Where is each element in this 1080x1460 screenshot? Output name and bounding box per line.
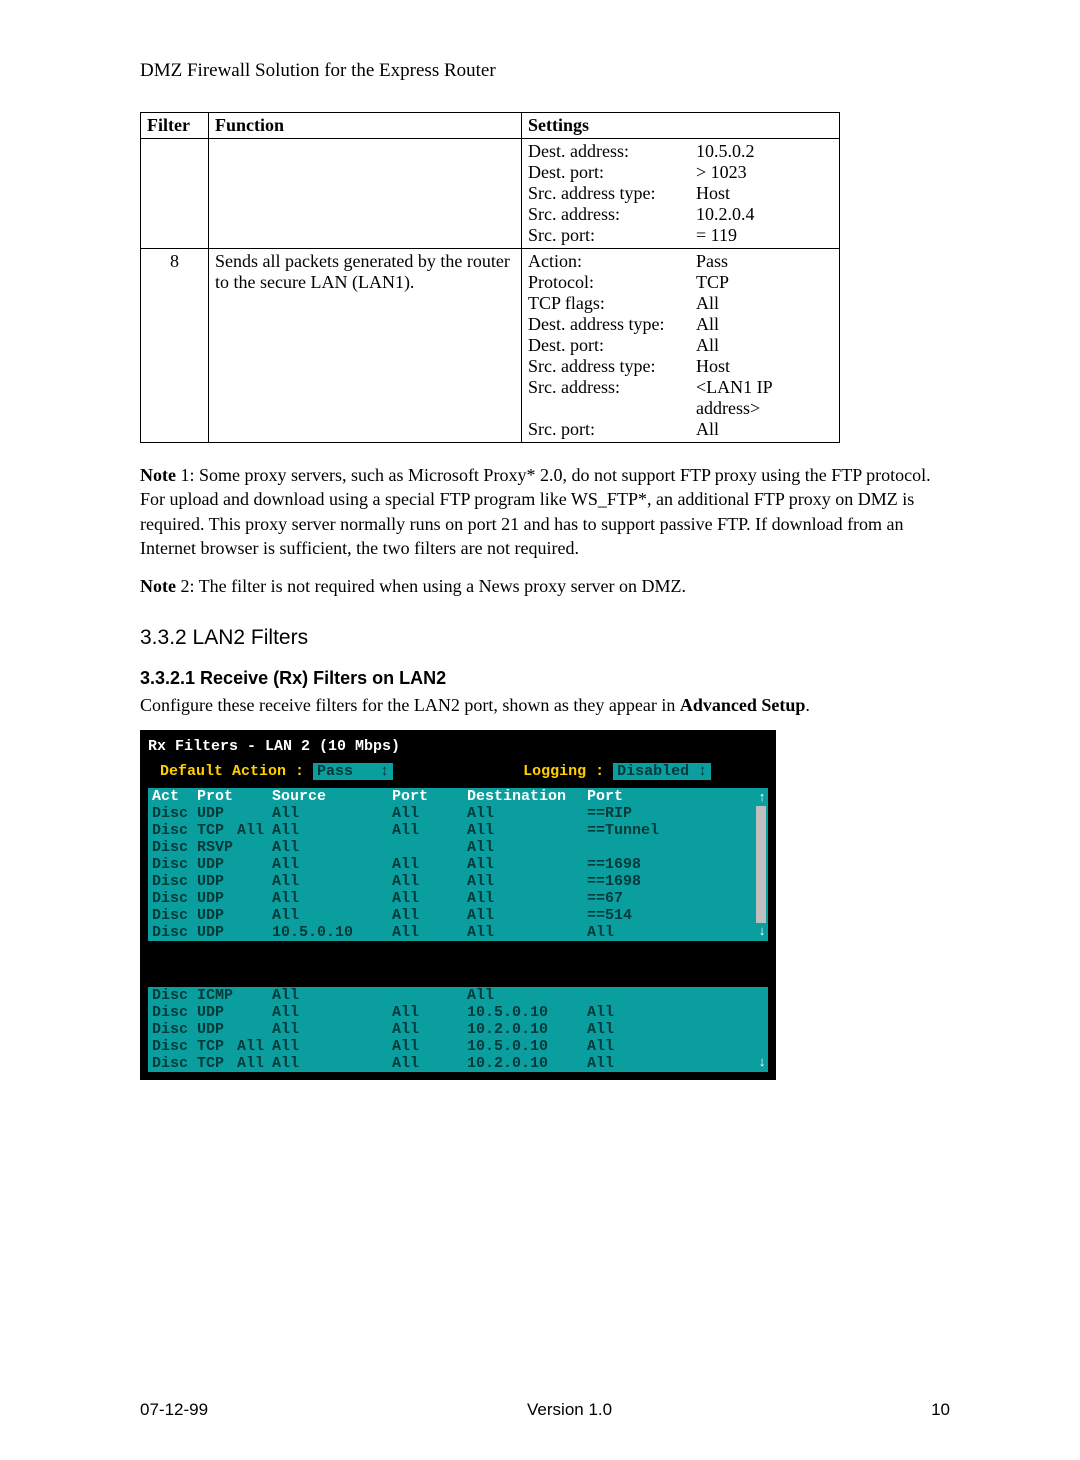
settings-cell: Action:PassProtocol:TCPTCP flags:AllDest…: [522, 249, 840, 443]
filter-row[interactable]: DiscTCPAllAllAllAll==Tunnel: [148, 822, 768, 839]
filter-cell: [141, 139, 209, 249]
filter-row[interactable]: DiscTCPAllAllAll10.2.0.10All: [148, 1055, 768, 1072]
terminal-title: Rx Filters - LAN 2 (10 Mbps): [148, 738, 768, 755]
filter-row[interactable]: DiscUDP10.5.0.10AllAllAll: [148, 924, 768, 941]
filter-row[interactable]: DiscUDPAllAll10.5.0.10All: [148, 1004, 768, 1021]
filter-row[interactable]: DiscICMPAllAll: [148, 987, 768, 1004]
logging-value[interactable]: Disabled ↕: [613, 763, 711, 780]
terminal-window: Rx Filters - LAN 2 (10 Mbps) Default Act…: [140, 730, 776, 1080]
th-settings: Settings: [522, 113, 840, 139]
filter-cell: 8: [141, 249, 209, 443]
filter-row[interactable]: DiscUDPAllAllAll==1698: [148, 873, 768, 890]
default-action-value[interactable]: Pass ↕: [313, 763, 393, 780]
note-1: Note 1: Some proxy servers, such as Micr…: [140, 463, 950, 560]
footer-version: Version 1.0: [527, 1400, 612, 1420]
note-2: Note 2: The filter is not required when …: [140, 574, 950, 598]
filter-row[interactable]: DiscRSVPAllAll: [148, 839, 768, 856]
function-cell: [209, 139, 522, 249]
filter-row[interactable]: DiscUDPAllAllAll==1698: [148, 856, 768, 873]
footer-date: 07-12-99: [140, 1400, 208, 1420]
scroll-down-icon[interactable]: ↓: [758, 1055, 766, 1070]
th-filter: Filter: [141, 113, 209, 139]
scroll-up-icon[interactable]: ↑: [758, 790, 766, 805]
intro-line: Configure these receive filters for the …: [140, 695, 950, 716]
section-3-3-2-1: 3.3.2.1 Receive (Rx) Filters on LAN2: [140, 668, 950, 689]
scrollbar[interactable]: [756, 806, 766, 923]
filter-row[interactable]: DiscUDPAllAllAll==514: [148, 907, 768, 924]
default-action-label: Default Action :: [160, 763, 304, 780]
scroll-down-icon[interactable]: ↓: [758, 924, 766, 939]
logging-label: Logging :: [523, 763, 604, 780]
page-footer: 07-12-99 Version 1.0 10: [140, 1400, 950, 1420]
settings-cell: Dest. address:10.5.0.2Dest. port:> 1023S…: [522, 139, 840, 249]
filter-row[interactable]: DiscUDPAllAllAll==RIP: [148, 805, 768, 822]
filter-row[interactable]: DiscUDPAllAll10.2.0.10All: [148, 1021, 768, 1038]
terminal-table-1: Act Prot Source Port Destination Port Di…: [148, 788, 768, 941]
terminal-table-2: DiscICMPAllAllDiscUDPAllAll10.5.0.10AllD…: [148, 987, 768, 1072]
function-cell: Sends all packets generated by the route…: [209, 249, 522, 443]
page-header: DMZ Firewall Solution for the Express Ro…: [140, 60, 950, 82]
section-3-3-2: 3.3.2 LAN2 Filters: [140, 626, 950, 650]
th-function: Function: [209, 113, 522, 139]
footer-page: 10: [931, 1400, 950, 1420]
filter-row[interactable]: DiscTCPAllAllAll10.5.0.10All: [148, 1038, 768, 1055]
filter-row[interactable]: DiscUDPAllAllAll==67: [148, 890, 768, 907]
filters-table: Filter Function Settings Dest. address:1…: [140, 112, 840, 443]
continuation-arrow-icon: ⇩: [148, 951, 768, 977]
